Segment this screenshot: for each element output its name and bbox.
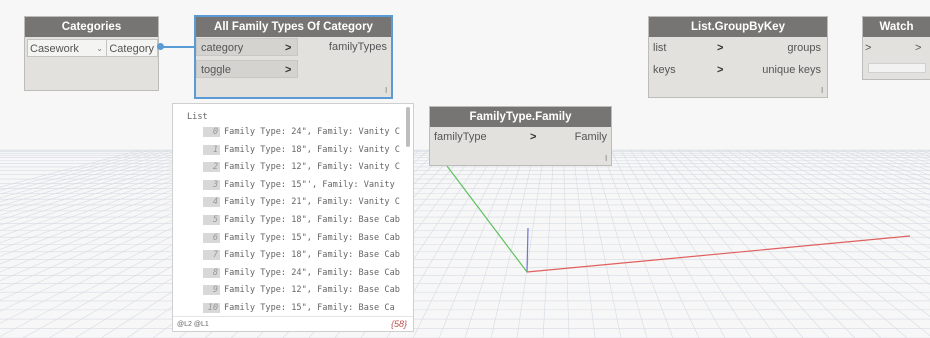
chevron-right-icon: > — [717, 42, 724, 54]
list-levels[interactable]: @L2 @L1 — [177, 321, 209, 328]
item-index: 8 — [203, 267, 220, 278]
list-item: 1 Family Type: 18", Family: Vanity C — [203, 144, 403, 155]
port-label: familyTypes — [328, 41, 387, 53]
node-title: Categories — [25, 17, 158, 37]
item-index: 7 — [203, 250, 220, 261]
chevron-right-icon: > — [285, 64, 292, 76]
item-text: Family Type: 24", Family: Vanity C — [224, 127, 400, 137]
axis-x — [526, 235, 911, 273]
watch-display — [868, 63, 926, 73]
item-text: Family Type: 18", Family: Base Cab — [224, 215, 400, 225]
item-index: 2 — [203, 162, 220, 173]
output-port-family[interactable]: Family — [548, 128, 611, 146]
input-port-family-type[interactable]: familyType > — [430, 128, 542, 146]
input-port-list[interactable]: list > — [649, 39, 739, 57]
chevron-right-icon: > — [865, 42, 872, 54]
output-port-groups[interactable]: groups — [741, 39, 825, 57]
node-title: All Family Types Of Category — [196, 17, 391, 37]
lacing-indicator[interactable]: l — [605, 154, 607, 163]
input-port-category[interactable]: category > — [196, 38, 298, 56]
scrollbar[interactable] — [406, 107, 410, 147]
port-label: toggle — [201, 64, 231, 76]
list-item: 5 Family Type: 18", Family: Base Cab — [203, 215, 403, 225]
output-port-dot[interactable] — [157, 43, 164, 50]
port-label: category — [201, 42, 244, 54]
port-label: unique keys — [762, 64, 821, 76]
port-label: Family — [574, 131, 607, 143]
port-label: groups — [787, 42, 821, 54]
item-index: 5 — [203, 215, 220, 225]
list-item: 10 Family Type: 15", Family: Base Ca — [203, 303, 403, 313]
item-index: 4 — [203, 197, 220, 208]
input-port-toggle[interactable]: toggle > — [196, 60, 298, 78]
item-text: Family Type: 15", Family: Base Cab — [224, 232, 400, 243]
list-item: 2 Family Type: 12", Family: Vanity C — [203, 162, 403, 173]
list-item: 7 Family Type: 18", Family: Base Cab — [203, 250, 403, 261]
input-port-keys[interactable]: keys > — [649, 61, 739, 79]
item-text: Family Type: 15", Family: Base Ca — [224, 303, 395, 313]
lacing-indicator[interactable]: l — [385, 86, 387, 95]
input-port[interactable]: > — [865, 39, 879, 57]
item-text: Family Type: 24", Family: Base Cab — [224, 267, 400, 278]
item-index: 10 — [203, 303, 220, 313]
item-text: Family Type: 15"', Family: Vanity — [224, 179, 395, 190]
item-index: 9 — [203, 285, 220, 296]
item-text: Family Type: 18", Family: Vanity C — [224, 144, 400, 155]
item-index: 6 — [203, 232, 220, 243]
item-count: {58} — [390, 319, 407, 329]
item-text: Family Type: 12", Family: Vanity C — [224, 162, 400, 173]
list-item: 9 Family Type: 12", Family: Base Cab — [203, 285, 403, 296]
output-port[interactable]: > — [915, 39, 927, 57]
node-title: List.GroupByKey — [649, 17, 827, 37]
categories-node[interactable]: Categories Casework ⌄ Category — [24, 16, 159, 91]
chevron-right-icon: > — [285, 42, 292, 54]
item-index: 0 — [203, 127, 220, 137]
item-index: 1 — [203, 144, 220, 155]
chevron-right-icon: > — [530, 131, 537, 143]
axis-y — [526, 227, 529, 273]
lacing-indicator[interactable]: l — [821, 86, 823, 95]
group-by-key-node[interactable]: List.GroupByKey list > keys > groups uni… — [648, 16, 828, 98]
port-label: list — [653, 42, 667, 54]
output-port-category[interactable]: Category — [107, 39, 158, 57]
item-text: Family Type: 18", Family: Base Cab — [224, 250, 400, 261]
output-port-unique-keys[interactable]: unique keys — [741, 61, 825, 79]
dropdown-value: Casework — [30, 43, 79, 55]
list-item: 8 Family Type: 24", Family: Base Cab — [203, 267, 403, 278]
all-family-types-node[interactable]: All Family Types Of Category category > … — [194, 15, 393, 99]
port-label: familyType — [434, 131, 487, 143]
port-label: keys — [653, 64, 676, 76]
chevron-right-icon: > — [915, 42, 922, 54]
watch-node[interactable]: Watch > > — [862, 16, 930, 80]
chevron-down-icon[interactable]: ⌄ — [96, 40, 103, 58]
list-item: 3 Family Type: 15"', Family: Vanity — [203, 179, 403, 190]
node-title: Watch — [863, 17, 930, 37]
divider — [173, 316, 413, 317]
list-item: 4 Family Type: 21", Family: Vanity C — [203, 197, 403, 208]
item-text: Family Type: 12", Family: Base Cab — [224, 285, 400, 296]
category-dropdown[interactable]: Casework ⌄ — [27, 39, 107, 57]
chevron-right-icon: > — [717, 64, 724, 76]
family-type-family-node[interactable]: FamilyType.Family familyType > Family l — [429, 106, 612, 166]
list-item: 0 Family Type: 24", Family: Vanity C — [203, 127, 403, 137]
output-port-family-types[interactable]: familyTypes — [306, 38, 391, 56]
item-text: Family Type: 21", Family: Vanity C — [224, 197, 400, 208]
port-label: Category — [109, 43, 154, 55]
preview-bubble[interactable]: List 0 Family Type: 24", Family: Vanity C… — [172, 103, 414, 332]
item-index: 3 — [203, 179, 220, 190]
node-title: FamilyType.Family — [430, 107, 611, 127]
list-item: 6 Family Type: 15", Family: Base Cab — [203, 232, 403, 243]
list-header: List — [187, 112, 208, 122]
